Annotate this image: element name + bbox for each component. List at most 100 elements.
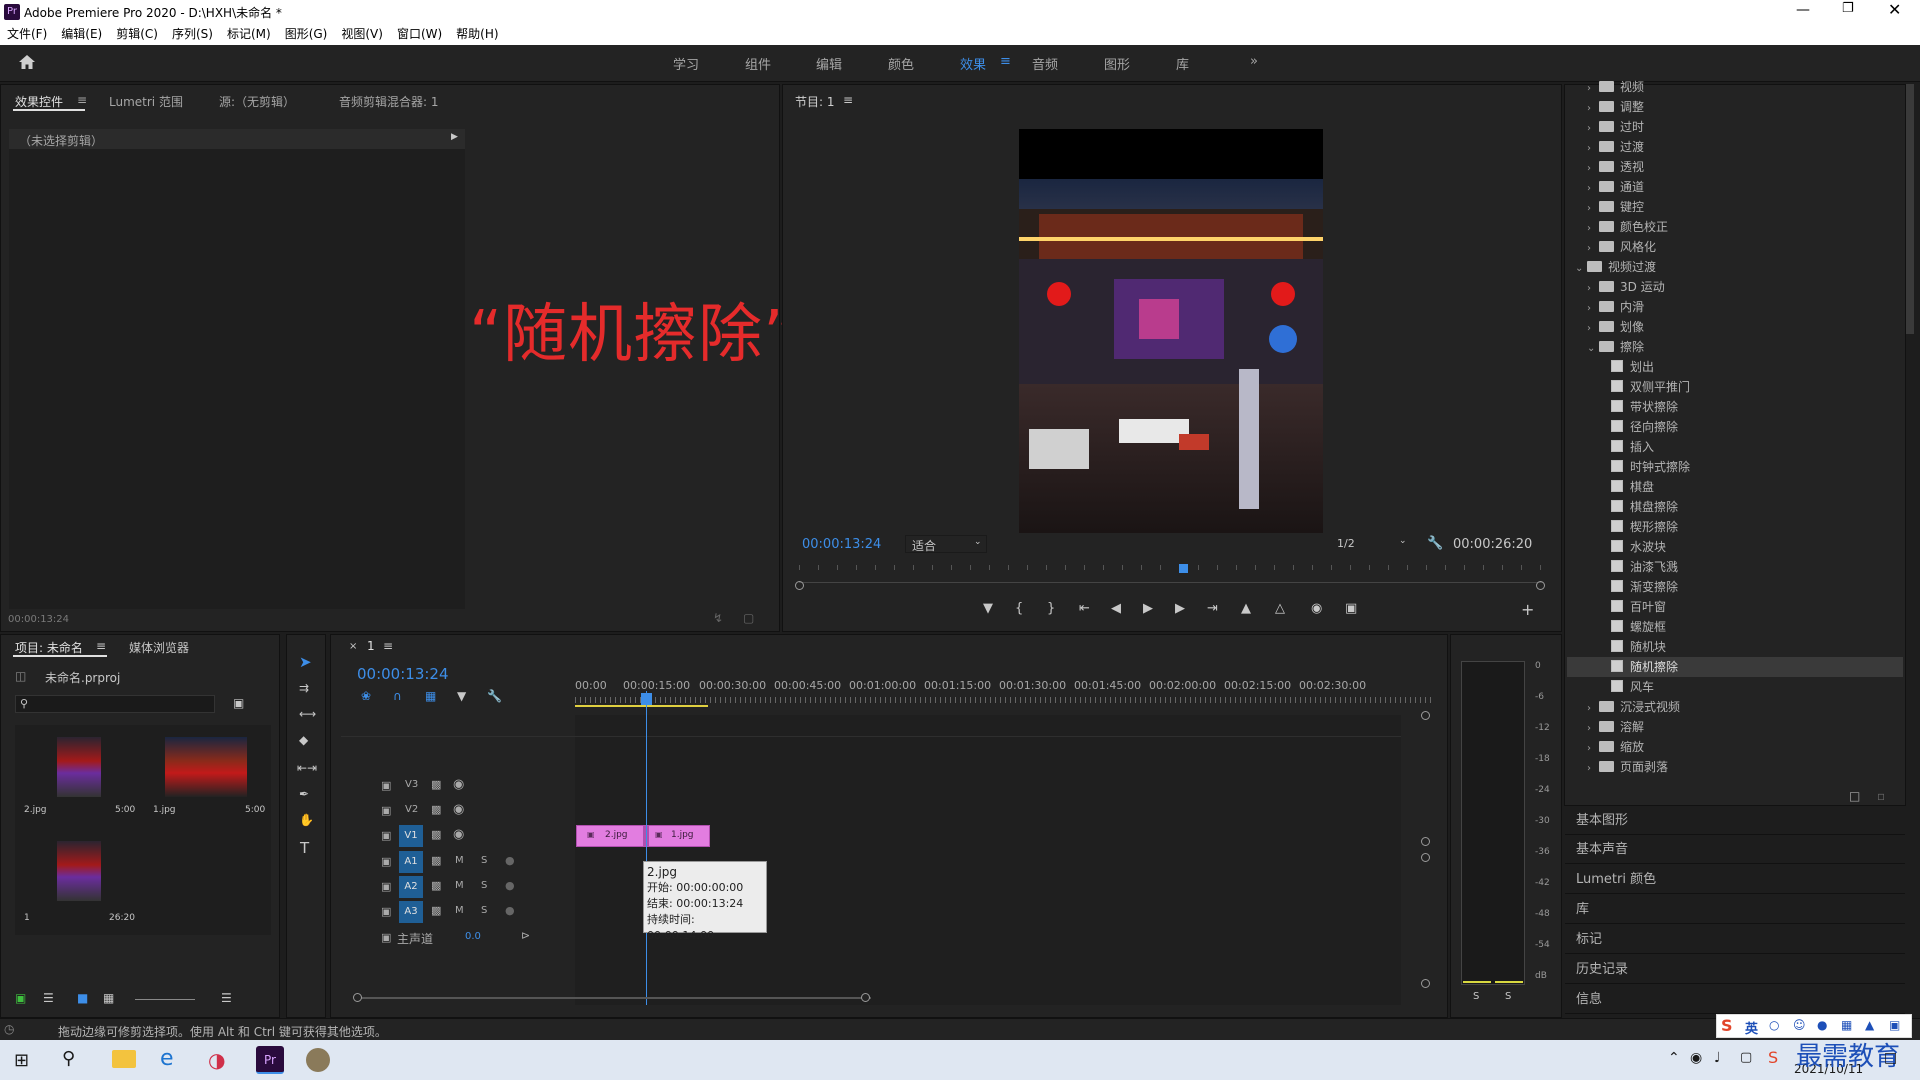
type-tool-icon[interactable]: T [300, 839, 309, 857]
film-icon[interactable]: ▩ [431, 803, 441, 816]
sync-icon[interactable]: ▩ [431, 854, 441, 867]
lock-icon[interactable]: ▣ [381, 779, 391, 792]
go-to-out-icon[interactable]: ⇥ [1207, 601, 1218, 616]
tab-effect-controls[interactable]: 效果控件 [15, 93, 63, 110]
solo-button[interactable]: S [481, 905, 487, 916]
effect-item[interactable]: 棋盘擦除 [1567, 497, 1903, 517]
effect-item[interactable]: 油漆飞溅 [1567, 557, 1903, 577]
sort-icon[interactable]: ☰ [221, 991, 232, 1005]
step-forward-icon[interactable]: ▶ [1175, 601, 1185, 616]
explorer-icon[interactable] [112, 1050, 136, 1068]
clip-2jpg[interactable]: ▣ 2.jpg [576, 825, 644, 847]
project-menu-icon[interactable]: ≡ [96, 639, 106, 653]
effect-item[interactable]: 时钟式擦除 [1567, 457, 1903, 477]
search-icon[interactable]: ⚲ [62, 1048, 75, 1069]
effect-folder[interactable]: ⌄ 视频过渡 [1567, 257, 1903, 277]
lock-icon[interactable]: ▣ [381, 931, 391, 944]
track-label[interactable]: A2 [399, 876, 423, 898]
panel-lumetri-color[interactable]: Lumetri 颜色 [1565, 866, 1905, 894]
vertical-scroll-handle-2[interactable] [1421, 837, 1430, 846]
premiere-taskbar-icon[interactable]: Pr [256, 1046, 284, 1074]
workspace-editing[interactable]: 编辑 [816, 54, 842, 73]
ime-icon[interactable]: ▢ [1740, 1050, 1752, 1065]
chevron-right-icon[interactable]: › [1587, 319, 1599, 339]
effect-item[interactable]: 带状擦除 [1567, 397, 1903, 417]
effect-folder[interactable]: › 调整 [1567, 97, 1903, 117]
chevron-down-icon[interactable]: ⌄ [1575, 259, 1587, 279]
tray-chevron-icon[interactable]: ⌃ [1668, 1050, 1680, 1066]
project-item-1jpg[interactable]: 1.jpg 5:00 [145, 725, 271, 825]
horizontal-scrollbar[interactable] [355, 997, 871, 999]
film-icon[interactable]: ▩ [431, 778, 441, 791]
expand-arrow-icon[interactable]: ▶ [451, 132, 458, 142]
effect-folder[interactable]: ⌄ 擦除 [1567, 337, 1903, 357]
slip-tool-icon[interactable]: ⇤⇥ [297, 761, 317, 775]
effect-folder[interactable]: › 过渡 [1567, 137, 1903, 157]
program-timecode[interactable]: 00:00:13:24 [802, 537, 881, 552]
effect-folder[interactable]: › 颜色校正 [1567, 217, 1903, 237]
track-label[interactable]: A3 [399, 901, 423, 923]
ime-emoji-icon[interactable]: ☺ [1793, 1018, 1806, 1032]
share-icon[interactable]: ▢ [743, 611, 754, 625]
panel-essential-sound[interactable]: 基本声音 [1565, 836, 1905, 864]
chevron-right-icon[interactable]: › [1587, 139, 1599, 159]
effect-item[interactable]: 水波块 [1567, 537, 1903, 557]
add-button-icon[interactable]: + [1521, 600, 1534, 619]
chevron-right-icon[interactable]: › [1587, 119, 1599, 139]
ime-mic-icon[interactable]: ● [1817, 1018, 1827, 1032]
vertical-scroll-handle-1[interactable] [1421, 711, 1430, 720]
export-frame-icon[interactable]: ↯ [713, 611, 723, 625]
effects-scrollbar[interactable] [1906, 84, 1914, 334]
effect-item[interactable]: 随机擦除 [1567, 657, 1903, 677]
effect-item[interactable]: 双侧平推门 [1567, 377, 1903, 397]
sync-icon[interactable]: ▩ [431, 904, 441, 917]
track-select-tool-icon[interactable]: ⇉ [299, 681, 309, 695]
solo-left-button[interactable]: S [1473, 991, 1479, 1002]
menu-view[interactable]: 视图(V) [341, 24, 383, 45]
tab-sequence[interactable]: 1 [367, 639, 375, 653]
menu-file[interactable]: 文件(F) [7, 24, 47, 45]
workspace-effects[interactable]: 效果 [960, 54, 986, 73]
effect-item[interactable]: 棋盘 [1567, 477, 1903, 497]
pen-tool-icon[interactable]: ✒ [299, 787, 309, 801]
eye-icon[interactable]: ◉ [453, 802, 464, 817]
mic-icon[interactable]: ● [505, 879, 515, 892]
program-ruler[interactable] [799, 565, 1543, 583]
camera-icon[interactable]: ◉ [1311, 601, 1322, 616]
effect-folder[interactable]: › 键控 [1567, 197, 1903, 217]
track-label[interactable]: V2 [405, 804, 418, 815]
project-item-2jpg[interactable]: 2.jpg 5:00 [15, 725, 141, 825]
search-input[interactable]: ⚲ [15, 695, 215, 713]
film-icon[interactable]: ▩ [431, 828, 441, 841]
solo-button[interactable]: S [481, 855, 487, 866]
workspace-learn[interactable]: 学习 [673, 54, 699, 73]
minimize-button[interactable]: — [1796, 2, 1810, 18]
panel-markers[interactable]: 标记 [1565, 926, 1905, 954]
ime-keyboard-icon[interactable]: ▦ [1841, 1018, 1852, 1032]
menu-graphics[interactable]: 图形(G) [285, 24, 328, 45]
lift-icon[interactable]: ▲ [1241, 601, 1251, 616]
effect-folder[interactable]: › 3D 运动 [1567, 277, 1903, 297]
effect-item[interactable]: 插入 [1567, 437, 1903, 457]
zoom-scrollbar-end[interactable] [1536, 581, 1545, 590]
effect-item[interactable]: 风车 [1567, 677, 1903, 697]
menu-clip[interactable]: 剪辑(C) [116, 24, 158, 45]
effect-folder[interactable]: › 通道 [1567, 177, 1903, 197]
effect-item[interactable]: 径向擦除 [1567, 417, 1903, 437]
solo-right-button[interactable]: S [1505, 991, 1511, 1002]
chevron-right-icon[interactable]: › [1587, 279, 1599, 299]
panel-essential-graphics[interactable]: 基本图形 [1565, 807, 1905, 835]
settings-wrench-icon[interactable]: 🔧 [487, 689, 502, 703]
h-scroll-start[interactable] [353, 993, 362, 1002]
lock-icon[interactable]: ▣ [381, 905, 391, 918]
compare-icon[interactable]: ▣ [1345, 601, 1357, 616]
extract-icon[interactable]: △ [1275, 601, 1285, 616]
snap-icon[interactable]: ∩ [393, 689, 402, 703]
eye-icon[interactable]: ◉ [453, 777, 464, 792]
sync-icon[interactable]: ▩ [431, 879, 441, 892]
new-bin-icon[interactable]: ▣ [233, 696, 244, 710]
workspace-assembly[interactable]: 组件 [745, 54, 771, 73]
edge-icon[interactable]: e [160, 1046, 174, 1071]
ime-skin-icon[interactable]: ▲ [1865, 1018, 1874, 1032]
playhead-handle[interactable] [641, 693, 652, 705]
